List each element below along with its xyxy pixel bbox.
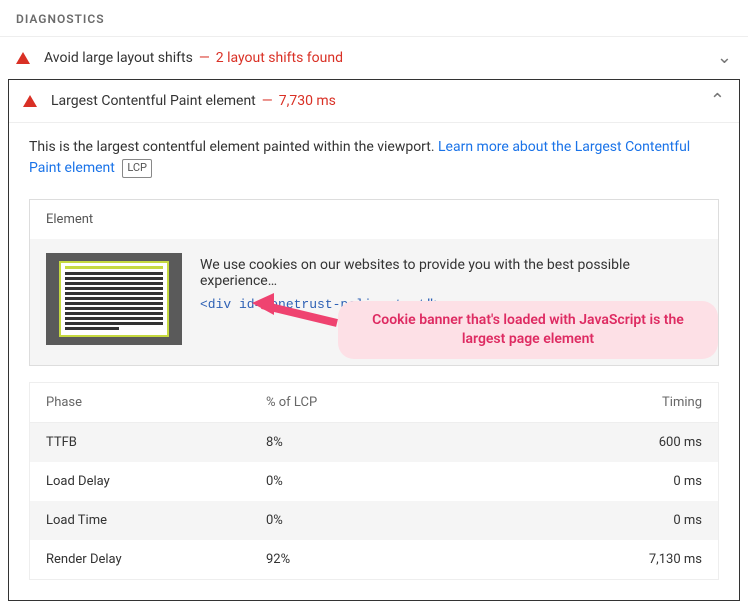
audit-title: Largest Contentful Paint element (51, 93, 256, 109)
lcp-badge: LCP (122, 159, 152, 178)
table-row: Load Time 0% 0 ms (30, 501, 718, 540)
cell-timing: 0 ms (406, 474, 702, 489)
cell-timing: 7,130 ms (406, 552, 702, 567)
arrow-icon (252, 293, 342, 339)
cell-phase: Load Delay (46, 474, 266, 489)
element-box: Element We use cookies on our websites t… (29, 199, 719, 366)
cell-pct: 8% (266, 435, 406, 450)
cell-phase: TTFB (46, 435, 266, 450)
warning-triangle-icon (23, 95, 37, 107)
cell-phase: Load Time (46, 513, 266, 528)
dash: — (262, 93, 273, 109)
section-heading: DIAGNOSTICS (0, 0, 748, 36)
audit-description: This is the largest contentful element p… (9, 123, 739, 183)
annotation: Cookie banner that's loaded with JavaScr… (338, 301, 718, 359)
element-body: We use cookies on our websites to provid… (30, 239, 718, 365)
audit-row-expanded[interactable]: Largest Contentful Paint element — 7,730… (9, 80, 739, 123)
element-thumbnail (46, 253, 182, 345)
audit-metric: 2 layout shifts found (216, 50, 343, 66)
audit-title: Avoid large layout shifts (44, 50, 193, 66)
dash: — (199, 50, 210, 66)
element-text: We use cookies on our websites to provid… (200, 257, 702, 289)
audit-panel-expanded: Largest Contentful Paint element — 7,730… (8, 79, 740, 601)
col-header-phase: Phase (46, 395, 266, 410)
table-row: Load Delay 0% 0 ms (30, 462, 718, 501)
annotation-callout: Cookie banner that's loaded with JavaScr… (338, 301, 718, 359)
table-row: TTFB 8% 600 ms (30, 423, 718, 462)
chevron-down-icon: ⌄ (717, 49, 732, 67)
cell-timing: 600 ms (406, 435, 702, 450)
cell-pct: 0% (266, 474, 406, 489)
audit-row-collapsed[interactable]: Avoid large layout shifts — 2 layout shi… (0, 36, 748, 79)
table-row: Render Delay 92% 7,130 ms (30, 540, 718, 579)
cell-pct: 92% (266, 552, 406, 567)
description-text: This is the largest contentful element p… (29, 139, 438, 155)
cell-timing: 0 ms (406, 513, 702, 528)
warning-triangle-icon (16, 52, 30, 64)
element-header: Element (30, 200, 718, 239)
cell-phase: Render Delay (46, 552, 266, 567)
table-header: Phase % of LCP Timing (30, 383, 718, 423)
col-header-pct: % of LCP (266, 395, 406, 410)
phase-table: Phase % of LCP Timing TTFB 8% 600 ms Loa… (29, 382, 719, 580)
cell-pct: 0% (266, 513, 406, 528)
chevron-up-icon: ⌃ (710, 92, 725, 110)
audit-metric: 7,730 ms (279, 93, 336, 109)
col-header-timing: Timing (406, 395, 702, 410)
